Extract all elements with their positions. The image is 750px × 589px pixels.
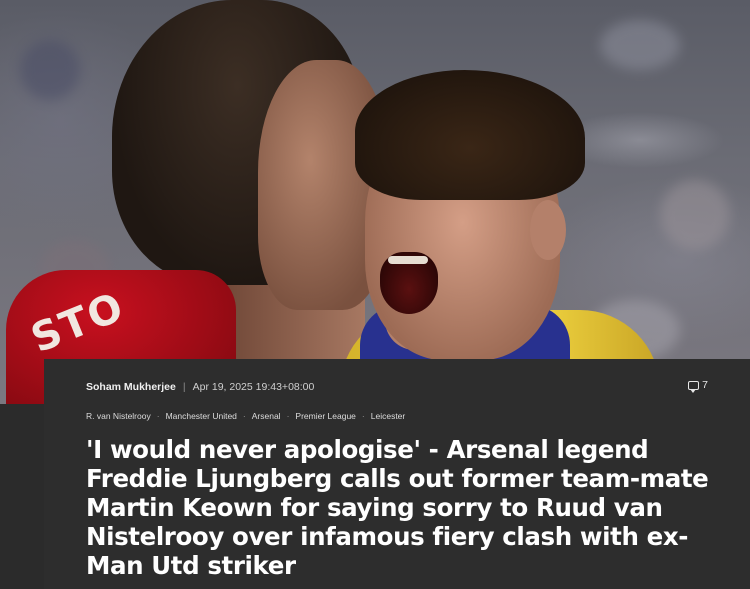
author-link[interactable]: Soham Mukherjee — [86, 381, 176, 393]
publish-date: Apr 19, 2025 19:43+08:00 — [192, 381, 315, 393]
tag-separator: · — [242, 411, 246, 421]
tag-list: R. van Nistelrooy · Manchester United · … — [86, 411, 405, 421]
tag-separator: · — [361, 411, 365, 421]
hero-image: STO — [0, 0, 750, 404]
tag-item[interactable]: Premier League — [295, 411, 355, 421]
tag-item[interactable]: Leicester — [371, 411, 406, 421]
tag-item[interactable]: R. van Nistelrooy — [86, 411, 151, 421]
tag-item[interactable]: Manchester United — [166, 411, 237, 421]
tag-item[interactable]: Arsenal — [252, 411, 281, 421]
tag-separator: · — [156, 411, 160, 421]
article-headline: 'I would never apologise' - Arsenal lege… — [86, 435, 709, 580]
comment-count: 7 — [702, 379, 708, 391]
meta-separator: | — [182, 381, 186, 393]
article-card: Soham Mukherjee | Apr 19, 2025 19:43+08:00… — [44, 359, 750, 589]
comments-button[interactable]: 7 — [688, 379, 708, 393]
comment-bubble-icon — [688, 380, 700, 393]
article-meta: Soham Mukherjee | Apr 19, 2025 19:43+08:00 — [86, 381, 314, 393]
tag-separator: · — [286, 411, 290, 421]
